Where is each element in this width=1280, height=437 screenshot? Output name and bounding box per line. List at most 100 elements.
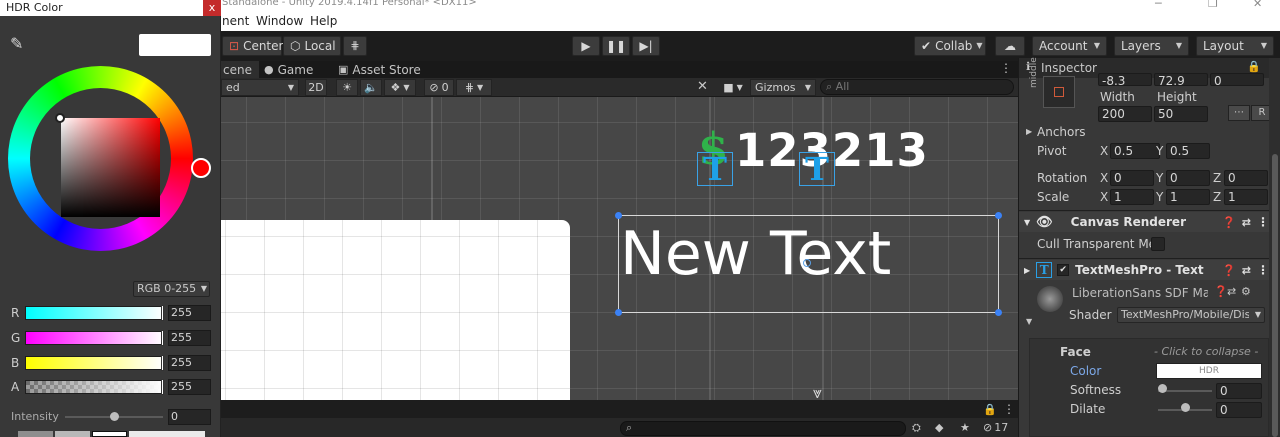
audio-toggle[interactable]: 🔈 [360,79,382,96]
tab-asset-store[interactable]: ▣ Asset Store [338,61,421,78]
rect-handle-top-right[interactable] [995,212,1002,219]
play-button[interactable]: ▶ [572,36,600,56]
face-color-swatch[interactable]: HDR [1156,363,1262,379]
collab-dropdown[interactable]: ✔ Collab ▼ [914,36,986,56]
channel-a-slider-knob[interactable] [161,379,164,395]
pivot-rotation-toggle[interactable]: ⬡ Local [283,36,341,56]
minimize-icon[interactable]: ─ [1155,0,1162,10]
hue-picker-marker[interactable] [191,158,211,178]
shader-dropdown[interactable]: TextMeshPro/Mobile/Dis ▼ [1117,307,1265,323]
gizmos-dropdown[interactable]: Gizmos ▼ [750,79,816,96]
intensity-slider-knob[interactable] [109,412,119,421]
help-icon[interactable]: ❓ [1214,285,1228,298]
channel-g-field[interactable]: 255 [168,330,211,346]
grid-dropdown[interactable]: ⋕ ▼ [456,79,492,96]
blueprint-mode-button[interactable]: ⋯ [1228,105,1250,121]
anchor-preset-button[interactable] [1043,76,1075,108]
cloud-button[interactable]: ☁ [995,36,1025,56]
channel-b-slider-knob[interactable] [161,355,164,371]
channel-a-field[interactable]: 255 [168,379,211,395]
lock-icon[interactable]: 🔒 [1247,60,1261,73]
height-field[interactable]: 50 [1154,106,1208,122]
preset-icon[interactable]: ⇄ [1242,264,1251,277]
softness-slider-knob[interactable] [1158,384,1167,393]
more-options-icon[interactable]: ⋮ [1000,61,1012,75]
hdr-color-titlebar[interactable]: HDR Color [0,0,221,16]
canvas-renderer-header[interactable]: ▼ 👁 Canvas Renderer ❓ ⇄ ⋮ [1019,212,1269,232]
inspector-scrollbar-thumb[interactable] [1272,154,1278,437]
effects-dropdown[interactable]: ❖ ▼ [384,79,416,96]
preset-swatch[interactable] [92,431,127,437]
layout-dropdown[interactable]: Layout ▼ [1196,36,1274,56]
sv-picker-marker[interactable] [55,113,65,123]
scale-x-field[interactable]: 1 [1110,189,1154,205]
channel-r-field[interactable]: 255 [168,305,211,321]
pause-button[interactable]: ❚❚ [602,36,630,56]
pivot-y-field[interactable]: 0.5 [1166,143,1210,159]
hidden-objects-toggle[interactable]: ⊘ 0 [424,79,454,96]
rect-handle-top-left[interactable] [615,212,622,219]
expand-arrow-icon[interactable]: ▼ [1026,317,1032,326]
preset-swatch[interactable] [18,431,53,437]
textmeshpro-enabled-checkbox[interactable]: ✔ [1057,264,1070,276]
maximize-icon[interactable]: ❐ [1208,0,1218,10]
scale-z-field[interactable]: 1 [1224,189,1268,205]
filter-type-icon[interactable]: ⛭ [912,421,921,435]
rotation-z-field[interactable]: 0 [1224,170,1268,186]
tab-scene[interactable]: cene [221,61,259,78]
menu-component[interactable]: nent [222,14,249,28]
more-options-icon[interactable]: ⋮ [1257,215,1269,229]
shading-mode-dropdown[interactable]: ed ▼ [221,79,299,96]
more-options-icon[interactable]: ⋮ [1257,263,1269,277]
lock-icon[interactable]: 🔒 [983,403,997,416]
rotation-x-field[interactable]: 0 [1110,170,1154,186]
rotation-y-field[interactable]: 0 [1166,170,1210,186]
menu-help[interactable]: Help [310,14,337,28]
scene-search-input[interactable]: ⌕ All [820,79,1014,95]
rect-handle-bottom-right[interactable] [995,309,1002,316]
material-label[interactable]: LiberationSans SDF Mate [1072,286,1208,300]
expand-arrow-icon[interactable]: ▶ [1026,127,1032,136]
camera-dropdown[interactable]: ■ ▼ [718,79,748,96]
more-options-icon[interactable]: ⋮ [1003,402,1015,416]
cull-transparent-checkbox[interactable] [1151,237,1165,251]
rect-handle-bottom-left[interactable] [615,309,622,316]
width-field[interactable]: 200 [1098,106,1152,122]
help-icon[interactable]: ❓ [1222,216,1236,229]
account-dropdown[interactable]: Account ▼ [1032,36,1107,56]
favorite-star-icon[interactable]: ★ [960,421,970,434]
pos-y-field[interactable]: 72.9 [1154,73,1208,88]
collapse-hint[interactable]: - Click to collapse - [1154,345,1258,358]
preset-swatch[interactable] [129,431,205,437]
close-window-icon[interactable]: ✕ [1253,0,1262,10]
anchor-icon[interactable]: ⩔ [813,383,822,400]
softness-field[interactable]: 0 [1216,383,1262,399]
dilate-field[interactable]: 0 [1216,402,1262,418]
color-mode-dropdown[interactable]: RGB 0-255 ▼ [133,281,210,297]
gear-icon[interactable]: ⚙ [1241,285,1251,298]
canvas-white-panel[interactable] [213,220,570,400]
hidden-packages-toggle[interactable]: ⊘ 17 [983,421,1008,434]
face-label[interactable]: Face [1060,345,1091,359]
textmeshpro-gizmo-icon[interactable]: T [799,152,835,186]
channel-b-field[interactable]: 255 [168,355,211,371]
channel-r-slider[interactable] [25,306,164,320]
preset-icon[interactable]: ⇄ [1242,216,1251,229]
dilate-slider-knob[interactable] [1180,403,1190,412]
pivot-center-toggle[interactable]: ⊡ Center [222,36,283,56]
intensity-field[interactable]: 0 [168,409,211,425]
pivot-handle[interactable] [803,259,811,267]
tools-icon[interactable]: ✕ [697,79,708,94]
layers-dropdown[interactable]: Layers ▼ [1114,36,1189,56]
new-text-label[interactable]: New Text [620,219,891,289]
help-icon[interactable]: ❓ [1222,264,1236,277]
pos-x-field[interactable]: -8.3 [1098,73,1152,88]
textmeshpro-gizmo-icon[interactable]: T [697,152,733,186]
pivot-x-field[interactable]: 0.5 [1110,143,1160,159]
eyedropper-icon[interactable]: ✎ [10,34,23,53]
anchors-label[interactable]: Anchors [1037,125,1086,139]
saturation-value-square[interactable] [61,118,160,217]
lighting-toggle[interactable]: ☀ [336,79,358,96]
channel-a-slider[interactable] [25,380,164,394]
inspector-scrollbar[interactable] [1269,58,1280,437]
